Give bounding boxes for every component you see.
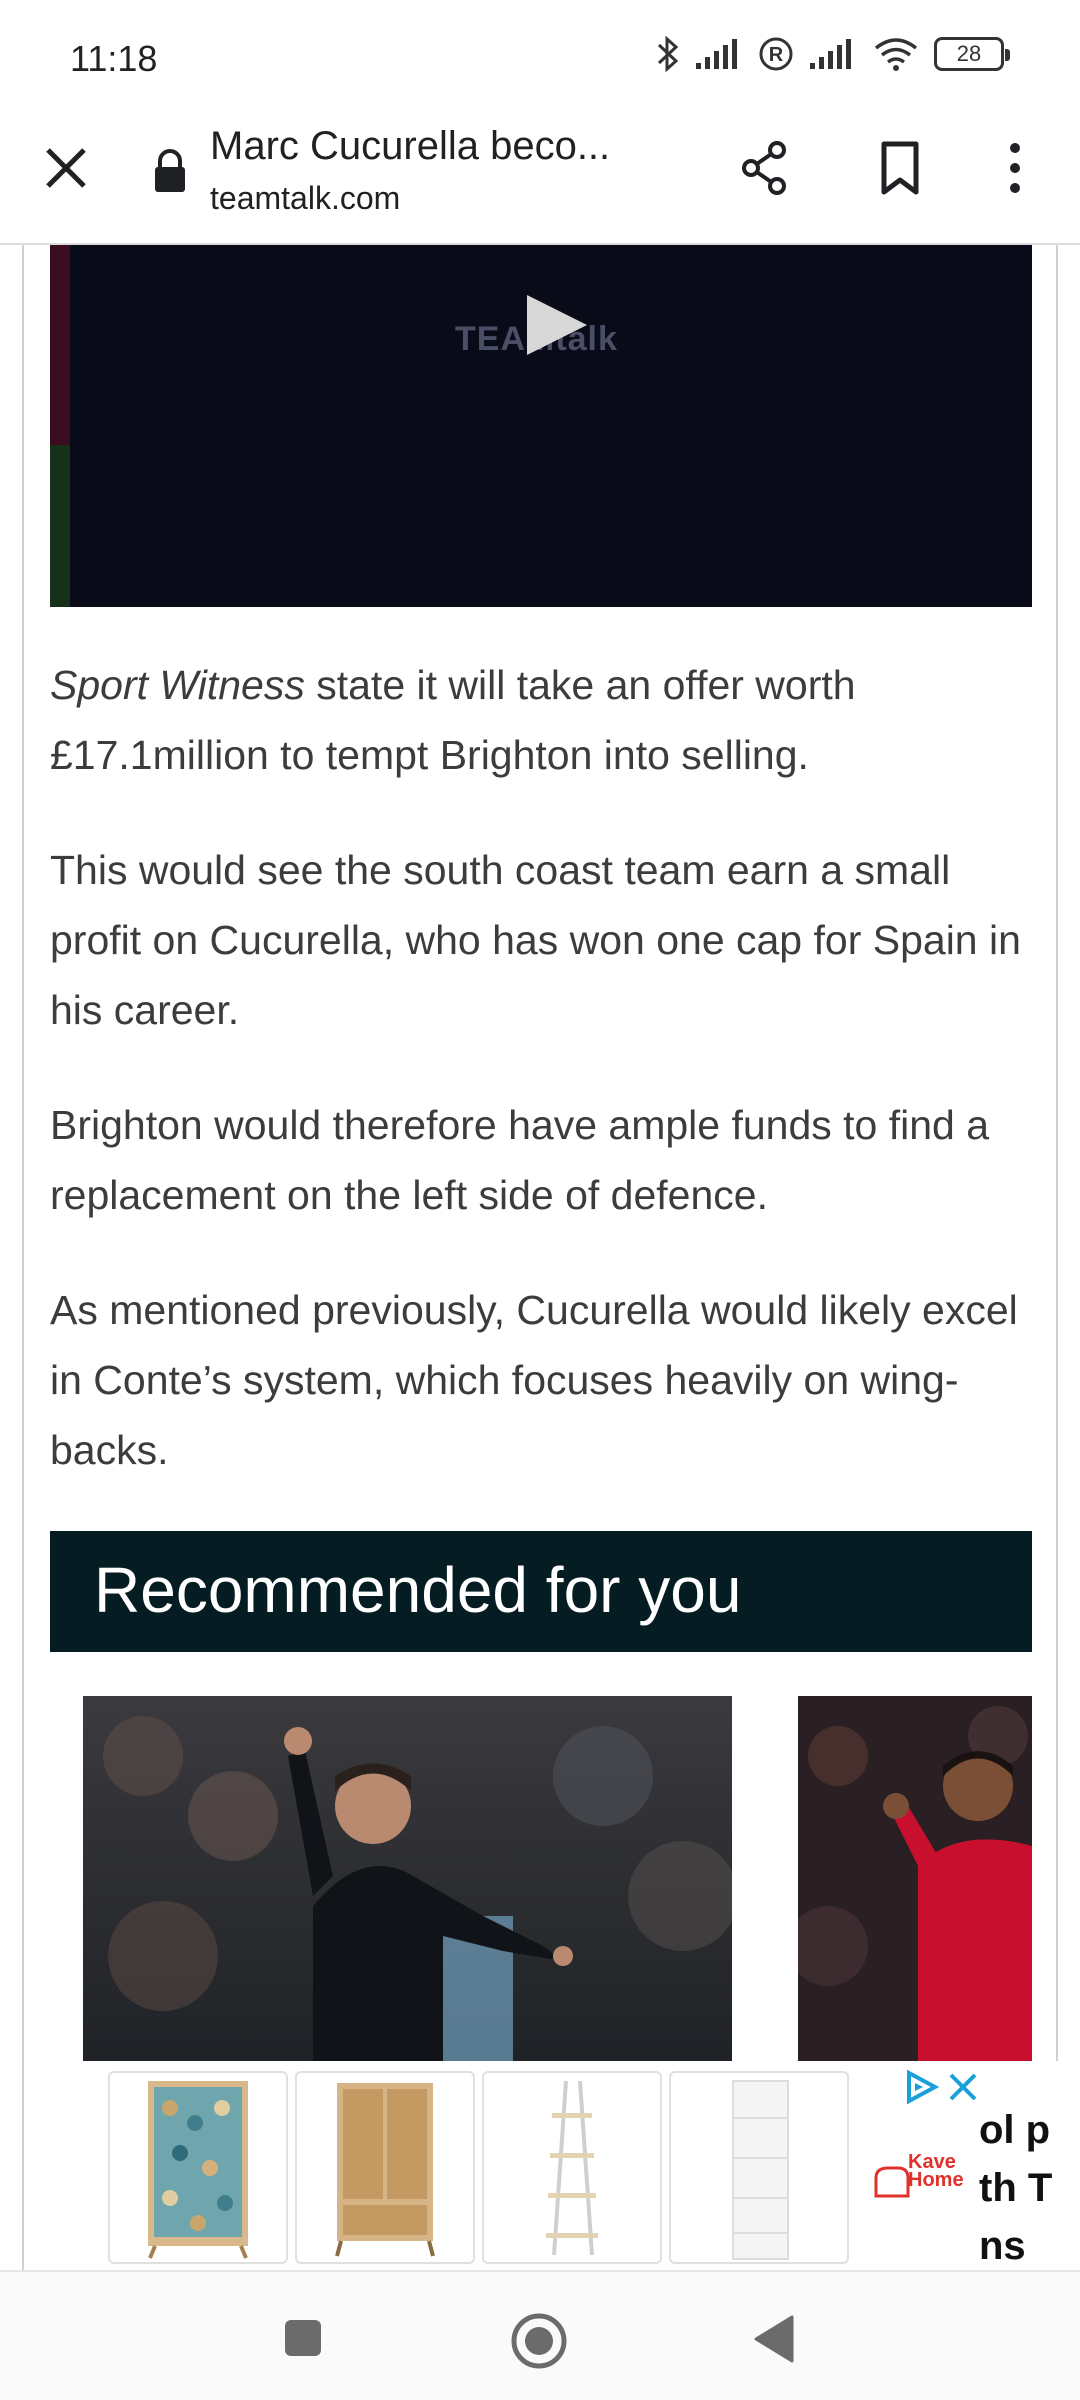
ad-product-tile[interactable] xyxy=(482,2071,662,2264)
bluetooth-icon xyxy=(657,35,679,73)
page-domain[interactable]: teamtalk.com xyxy=(210,180,400,217)
cabinet-image xyxy=(335,2083,435,2257)
video-edge-stripe xyxy=(50,445,70,607)
signal-icon xyxy=(696,39,737,69)
video-edge-stripe xyxy=(50,245,70,445)
wifi-icon xyxy=(874,38,918,71)
article-body: Sport Witness state it will take an offe… xyxy=(50,650,1040,1530)
browser-toolbar: Marc Cucurella beco... teamtalk.com xyxy=(0,110,1080,245)
white-shelf-image xyxy=(732,2080,789,2260)
play-icon[interactable] xyxy=(505,285,605,385)
svg-text:R: R xyxy=(769,44,784,66)
more-vert-icon[interactable] xyxy=(995,138,1035,198)
recommended-header: Recommended for you xyxy=(50,1531,1032,1652)
battery-level: 28 xyxy=(956,41,982,66)
page-title[interactable]: Marc Cucurella beco... xyxy=(210,124,650,169)
recommended-card-image[interactable] xyxy=(798,1696,1032,2061)
recommended-title: Recommended for you xyxy=(94,1554,742,1626)
ad-banner[interactable]: Kave Home ol p th T ns xyxy=(83,2061,1080,2271)
ad-product-tile[interactable] xyxy=(669,2071,849,2264)
crowd-photo xyxy=(798,1696,1032,2061)
source-name: Sport Witness xyxy=(50,662,305,708)
article-paragraph: As mentioned previously, Cucurella would… xyxy=(50,1287,1018,1473)
ad-brand-name: Kave Home xyxy=(908,2151,964,2191)
article-paragraph: Brighton would therefore have ample fund… xyxy=(50,1102,990,1218)
system-nav-bar xyxy=(0,2270,1080,2400)
article-paragraph: This would see the south coast team earn… xyxy=(50,847,1021,1033)
signal-icon xyxy=(810,39,851,69)
status-time: 11:18 xyxy=(70,38,158,79)
article-paragraph: Sport Witness state it will take an offe… xyxy=(50,650,1040,790)
status-bar: 11:18 R 28 xyxy=(0,0,1080,110)
battery-icon: 28 xyxy=(934,37,1010,71)
back-icon[interactable] xyxy=(752,2314,796,2364)
ad-headline-cut[interactable]: ol p th T ns xyxy=(979,2101,1080,2275)
bookmark-icon[interactable] xyxy=(870,138,930,198)
status-icons: R 28 xyxy=(656,34,1010,74)
home-icon[interactable] xyxy=(510,2312,568,2370)
recommended-card-image[interactable] xyxy=(83,1696,732,2061)
cabinet-image xyxy=(148,2081,248,2259)
share-icon[interactable] xyxy=(735,138,795,198)
close-icon[interactable] xyxy=(945,2069,981,2105)
crowd-photo xyxy=(83,1696,732,2061)
ad-product-tile[interactable] xyxy=(295,2071,475,2264)
video-player[interactable]: TEAMtalk xyxy=(50,245,1032,607)
registered-icon: R xyxy=(759,37,793,71)
ad-product-tile[interactable] xyxy=(108,2071,288,2264)
adchoices-icon[interactable] xyxy=(901,2069,941,2105)
recent-apps-icon[interactable] xyxy=(283,2318,323,2358)
lock-icon[interactable] xyxy=(150,148,190,194)
close-icon[interactable] xyxy=(38,140,94,196)
ladder-shelf-image xyxy=(546,2080,598,2256)
